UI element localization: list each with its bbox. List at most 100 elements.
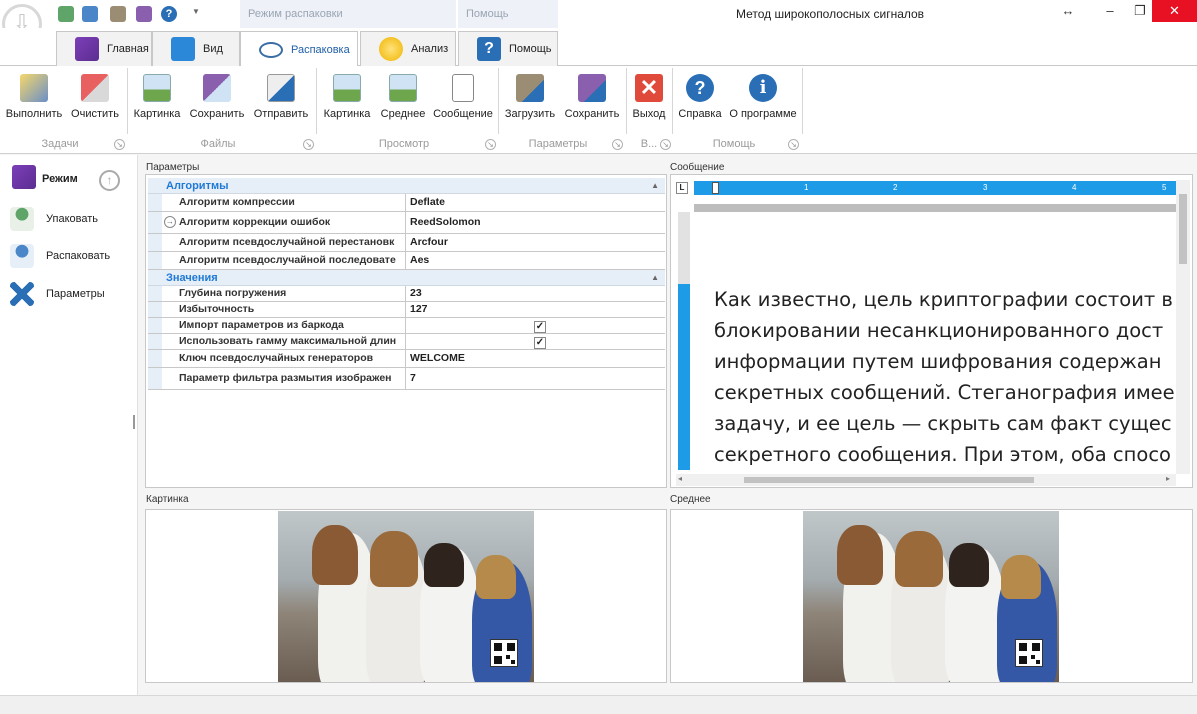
property-name: Импорт параметров из баркода [162,318,406,333]
qat-dropdown-icon[interactable]: ▼ [192,7,200,16]
group-expand-icon[interactable]: ↘ [114,139,125,150]
view-picture-button[interactable]: Картинка [320,70,374,134]
group-expand-icon[interactable]: ↘ [485,139,496,150]
user-unpack-icon [10,244,34,268]
load-params-button[interactable]: Загрузить [502,70,558,134]
property-name: Алгоритм псевдослучайной перестановк [162,234,406,251]
checkbox[interactable]: ✓ [534,321,546,333]
property-row[interactable]: Ключ псевдослучайных генераторов WELCOME [148,350,665,368]
scroll-thumb[interactable] [744,477,1034,483]
message-line: секретных сообщений. Стеганография имее [714,381,1175,404]
category-algorithms[interactable]: Алгоритмы ▲ [148,178,665,194]
help-circle-icon[interactable]: ? [161,6,177,22]
ruler-mark: 3 [983,183,988,192]
title-bar: ⇩ ? ▼ Режим распаковки Помощь Метод широ… [0,0,1197,44]
nav-item-pack[interactable]: Упаковать [10,205,98,233]
property-row[interactable]: Алгоритм псевдослучайной последовате Aes [148,252,665,270]
collapse-up-icon[interactable]: ↑ [99,170,120,191]
tab-view[interactable]: Вид [152,31,240,66]
horizontal-ruler[interactable]: 1 2 3 4 5 [694,181,1176,195]
property-row[interactable]: Алгоритм компрессии Deflate [148,194,665,212]
tab-unpack[interactable]: Распаковка [240,31,358,67]
nav-item-params[interactable]: Параметры [10,280,105,308]
ruler-mark: 2 [893,183,898,192]
tab-help[interactable]: ? Помощь [458,31,558,66]
tab-home[interactable]: Главная [56,31,152,66]
lightbulb-icon [379,37,403,61]
group-label-tasks: Задачи [41,138,79,150]
exit-x-icon: ✕ [635,74,663,102]
help-book-icon: ? [477,37,501,61]
nav-item-unpack[interactable]: Распаковать [10,242,110,270]
folder-icon[interactable] [110,6,126,22]
send-mail-icon [267,74,295,102]
save-file-button[interactable]: Сохранить [188,70,246,134]
user-green-icon[interactable] [58,6,74,22]
property-row[interactable]: Параметр фильтра размытия изображен 7 [148,368,665,390]
property-value: 23 [410,287,422,299]
group-expand-icon[interactable]: ↘ [660,139,671,150]
help-button[interactable]: ? Справка [676,70,724,134]
scroll-thumb[interactable] [1179,194,1187,264]
tab-stop-selector[interactable]: L [676,182,688,194]
view-average-button[interactable]: Среднее [378,70,428,134]
image-icon [333,74,361,102]
exit-button[interactable]: ✕ Выход [630,70,668,134]
property-name: Использовать гамму максимальной длин [162,334,406,349]
group-expand-icon[interactable]: ↘ [788,139,799,150]
save-disk-icon[interactable] [136,6,152,22]
property-row[interactable]: Импорт параметров из баркода ✓ [148,318,665,334]
view-message-button[interactable]: Сообщение [432,70,494,134]
group-label-files: Файлы [200,138,236,150]
ribbon-tab-bar: Главная Вид Распаковка Анализ ? Помощь [0,28,1197,67]
message-line: секретного сообщения. При этом, оба спос… [714,443,1171,466]
tab-label: Главная [107,43,149,55]
context-tab-unpack-mode: Режим распаковки [240,0,456,28]
ribbon-separator [127,68,128,134]
document-icon [452,74,474,102]
property-row[interactable]: Использовать гамму максимальной длин ✓ [148,334,665,350]
scroll-right-icon: ▸ [1166,474,1171,483]
message-line: Как известно, цель криптографии состоит … [714,288,1173,311]
save-params-button[interactable]: Сохранить [562,70,622,134]
vertical-scrollbar[interactable] [1176,180,1190,474]
folder-open-icon [516,74,544,102]
property-value: ReedSolomon [410,216,481,228]
window-title: Метод широкополосных сигналов [735,7,925,21]
picture-photo [278,511,534,682]
nav-header: Режим [42,173,78,185]
windows-icon [171,37,195,61]
property-value: ✓ [406,334,665,349]
tab-label: Вид [203,43,223,55]
splitter-handle[interactable] [133,415,135,429]
clear-button[interactable]: Очистить [66,70,124,134]
mode-navigation-pane: Режим ↑ Упаковать Распаковать Параметры [0,155,138,695]
checkbox[interactable]: ✓ [534,337,546,349]
picture-file-button[interactable]: Картинка [130,70,184,134]
category-values[interactable]: Значения ▲ [148,270,665,286]
horizontal-scrollbar[interactable]: ◂ ▸ [676,474,1176,486]
property-row[interactable]: Алгоритм псевдослучайной перестановк Arcf… [148,234,665,252]
send-button[interactable]: Отправить [250,70,312,134]
about-button[interactable]: i О программе [728,70,798,134]
message-panel-label: Сообщение [670,162,725,173]
close-button[interactable]: ✕ [1152,0,1197,22]
execute-button[interactable]: Выполнить [4,70,64,134]
nav-item-label: Распаковать [46,250,111,262]
status-bar [0,695,1197,714]
property-row-selected[interactable]: → Алгоритм коррекции ошибок ReedSolomon [148,212,665,234]
restore-arrows-icon[interactable]: ↔ [1050,0,1086,22]
property-row[interactable]: Избыточность 127 [148,302,665,318]
message-text[interactable]: Как известно, цель криптографии состоит … [714,284,1176,470]
save-disk-icon [578,74,606,102]
group-expand-icon[interactable]: ↘ [303,139,314,150]
tab-analysis[interactable]: Анализ [360,31,456,66]
message-line: информации путем шифрования содержан [714,350,1162,373]
collapse-caret-icon: ▲ [651,273,659,282]
group-expand-icon[interactable]: ↘ [612,139,623,150]
user-blue-icon[interactable] [82,6,98,22]
property-row[interactable]: Глубина погружения 23 [148,286,665,302]
nav-item-label: Параметры [46,288,105,300]
help-circle-icon: ? [686,74,714,102]
property-value: Aes [410,254,430,266]
